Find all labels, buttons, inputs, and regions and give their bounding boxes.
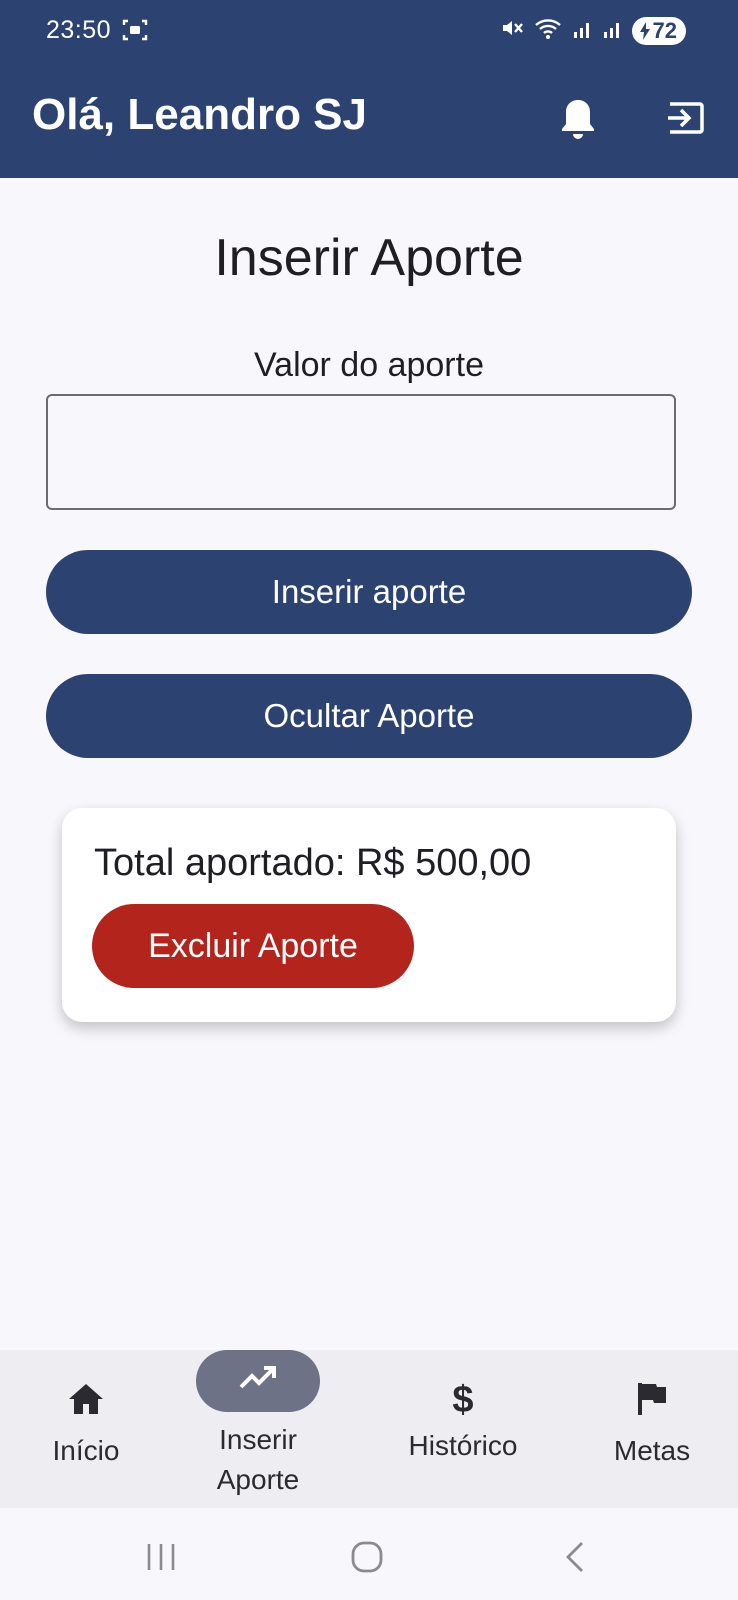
battery-level: 72 bbox=[652, 17, 677, 43]
bell-icon[interactable] bbox=[556, 96, 600, 147]
hide-contribution-button[interactable]: Ocultar Aporte bbox=[46, 674, 692, 758]
delete-contribution-button[interactable]: Excluir Aporte bbox=[92, 904, 414, 988]
greeting-title: Olá, Leandro SJ bbox=[32, 90, 367, 139]
active-indicator bbox=[196, 1350, 320, 1412]
signal-icon bbox=[572, 16, 594, 45]
trending-up-icon bbox=[238, 1363, 278, 1400]
nav-item-goals[interactable]: Metas bbox=[604, 1380, 700, 1467]
app-bar: Olá, Leandro SJ bbox=[0, 62, 738, 178]
nav-item-history[interactable]: $ Histórico bbox=[392, 1380, 534, 1462]
system-nav-bar bbox=[0, 1508, 738, 1600]
nav-label-line2: Aporte bbox=[216, 1464, 300, 1495]
mute-icon bbox=[500, 16, 526, 45]
status-icons: 72 bbox=[500, 16, 686, 45]
insert-contribution-button[interactable]: Inserir aporte bbox=[46, 550, 692, 634]
field-label: Valor do aporte bbox=[254, 346, 484, 384]
nav-item-insert-contribution[interactable]: Inserir Aporte bbox=[178, 1350, 338, 1500]
total-card: Total aportado: R$ 500,00 Excluir Aporte bbox=[62, 808, 676, 1022]
nav-label-insert-contribution: Inserir Aporte bbox=[178, 1420, 338, 1500]
contribution-value-input[interactable] bbox=[46, 394, 676, 510]
screen-record-icon bbox=[122, 18, 148, 47]
nav-label-home: Início bbox=[52, 1435, 120, 1466]
home-button-icon[interactable] bbox=[350, 1540, 384, 1579]
battery-charging-icon: 72 bbox=[631, 16, 686, 45]
total-contributed-text: Total aportado: R$ 500,00 bbox=[94, 842, 532, 884]
nav-item-home[interactable]: Início bbox=[44, 1380, 128, 1467]
status-time: 23:50 bbox=[46, 16, 112, 44]
back-icon[interactable] bbox=[560, 1540, 590, 1579]
home-icon bbox=[44, 1380, 128, 1425]
status-bar: 23:50 72 bbox=[0, 0, 738, 62]
recent-apps-icon[interactable] bbox=[144, 1542, 178, 1577]
page-title: Inserir Aporte bbox=[214, 229, 524, 287]
flag-icon bbox=[604, 1380, 700, 1425]
nav-label-line1: Inserir bbox=[219, 1424, 297, 1455]
nav-label-goals: Metas bbox=[613, 1435, 691, 1466]
signal-icon bbox=[602, 16, 624, 45]
logout-icon[interactable] bbox=[664, 96, 708, 145]
dollar-icon: $ bbox=[452, 1379, 474, 1421]
bottom-nav: Início Inserir Aporte $ Histórico Metas bbox=[0, 1350, 738, 1508]
wifi-icon bbox=[534, 16, 564, 45]
nav-label-history: Histórico bbox=[408, 1430, 518, 1461]
